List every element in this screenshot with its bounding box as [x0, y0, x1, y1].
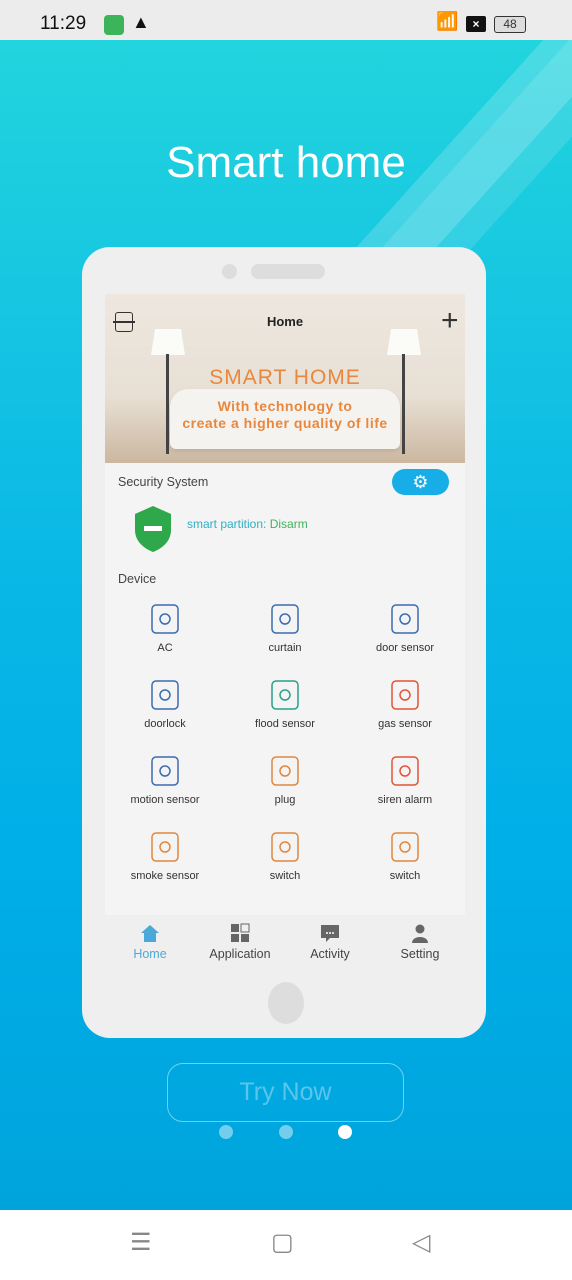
grid-icon	[231, 923, 250, 942]
device-label: motion sensor	[130, 794, 200, 806]
system-nav-bar: ☰ ▢ ◁	[0, 1210, 572, 1280]
page-title: Smart home	[166, 138, 406, 187]
pager-dot[interactable]	[279, 1125, 293, 1139]
tab-label: Setting	[400, 947, 440, 961]
siren-alarm-icon	[391, 756, 419, 786]
device-doorlock[interactable]: doorlock	[105, 678, 225, 730]
header-title: Home	[266, 314, 304, 329]
gas-sensor-icon	[391, 680, 419, 710]
tab-label: Activity	[310, 947, 350, 961]
app-notification-icon	[104, 15, 124, 35]
try-now-button[interactable]: Try Now	[167, 1063, 404, 1122]
ac-icon	[151, 604, 179, 634]
tab-home[interactable]: Home	[105, 923, 195, 961]
device-plug[interactable]: plug	[225, 754, 345, 806]
banner-headline: SMART HOME	[209, 366, 361, 389]
wifi-icon: 📶	[436, 11, 459, 31]
device-label: curtain	[268, 642, 302, 654]
pager-dot[interactable]	[219, 1125, 233, 1139]
chat-icon	[321, 925, 339, 942]
onboarding-page: Smart home Home + SMART HOME With techno…	[0, 40, 572, 1210]
tab-label: Application	[209, 947, 271, 961]
device-label: gas sensor	[378, 718, 432, 730]
home-icon	[141, 925, 159, 942]
switch-icon	[271, 832, 299, 862]
flood-sensor-icon	[271, 680, 299, 710]
phone-home-button	[268, 982, 304, 1024]
no-sim-icon: ×	[466, 16, 486, 32]
device-door-sensor[interactable]: door sensor	[345, 602, 465, 654]
phone-speaker	[251, 264, 325, 279]
partition-state: Disarm	[269, 517, 308, 531]
smoke-sensor-icon	[151, 832, 179, 862]
tab-setting[interactable]: Setting	[375, 923, 465, 961]
device-switch[interactable]: switch	[345, 830, 465, 882]
status-bar: 11:29 ▲ 📶 × 48	[0, 0, 572, 40]
user-icon	[412, 924, 428, 943]
phone-mockup: Home + SMART HOME With technology to crea…	[82, 247, 486, 1038]
partition-status[interactable]: smart partition: Disarm	[187, 517, 308, 531]
banner-tagline: With technology to create a higher qualit…	[105, 398, 465, 432]
phone-camera	[222, 264, 237, 279]
tab-label: Home	[133, 947, 167, 961]
device-label: switch	[269, 870, 301, 882]
home-square-icon[interactable]: ▢	[271, 1228, 294, 1257]
device-siren-alarm[interactable]: siren alarm	[345, 754, 465, 806]
add-icon[interactable]: +	[441, 304, 459, 338]
device-label: door sensor	[375, 642, 435, 654]
door-sensor-icon	[391, 604, 419, 634]
device-label: flood sensor	[255, 718, 315, 730]
tab-application[interactable]: Application	[195, 923, 285, 961]
device-label: AC	[157, 642, 173, 654]
app-screen-preview: Home + SMART HOME With technology to crea…	[105, 294, 465, 915]
device-switch[interactable]: switch	[225, 830, 345, 882]
device-AC[interactable]: AC	[105, 602, 225, 654]
lamp	[151, 329, 185, 355]
device-gas-sensor[interactable]: gas sensor	[345, 678, 465, 730]
device-label: smoke sensor	[130, 870, 200, 882]
device-label: plug	[274, 794, 296, 806]
banner-image: Home + SMART HOME With technology to crea…	[105, 294, 465, 463]
tagline-line-2: create a higher quality of life	[182, 415, 388, 431]
pager-dot-active[interactable]	[338, 1125, 352, 1139]
curtain-icon	[271, 604, 299, 634]
device-label: Device	[118, 572, 157, 586]
doorlock-icon	[151, 680, 179, 710]
tagline-line-1: With technology to	[217, 398, 353, 414]
gear-icon: ⚙	[412, 472, 429, 492]
lamp	[387, 329, 421, 355]
clock: 11:29	[40, 13, 87, 34]
partition-label: smart partition:	[187, 517, 267, 531]
device-flood-sensor[interactable]: flood sensor	[225, 678, 345, 730]
menu-icon[interactable]: ☰	[130, 1228, 152, 1257]
battery-indicator: 48	[494, 16, 526, 33]
plug-icon	[271, 756, 299, 786]
device-label: switch	[389, 870, 421, 882]
security-system-label: Security System	[118, 475, 209, 489]
bottom-nav: Home Application Activity Setting	[105, 915, 465, 967]
warning-icon: ▲	[132, 12, 150, 32]
shield-icon	[135, 506, 171, 552]
tab-activity[interactable]: Activity	[285, 923, 375, 961]
device-label: siren alarm	[377, 794, 433, 806]
device-motion-sensor[interactable]: motion sensor	[105, 754, 225, 806]
switch-icon	[391, 832, 419, 862]
device-smoke-sensor[interactable]: smoke sensor	[105, 830, 225, 882]
device-label: doorlock	[144, 718, 186, 730]
device-curtain[interactable]: curtain	[225, 602, 345, 654]
back-icon[interactable]: ◁	[412, 1228, 430, 1257]
motion-sensor-icon	[151, 756, 179, 786]
security-settings-button[interactable]: ⚙	[392, 469, 449, 495]
